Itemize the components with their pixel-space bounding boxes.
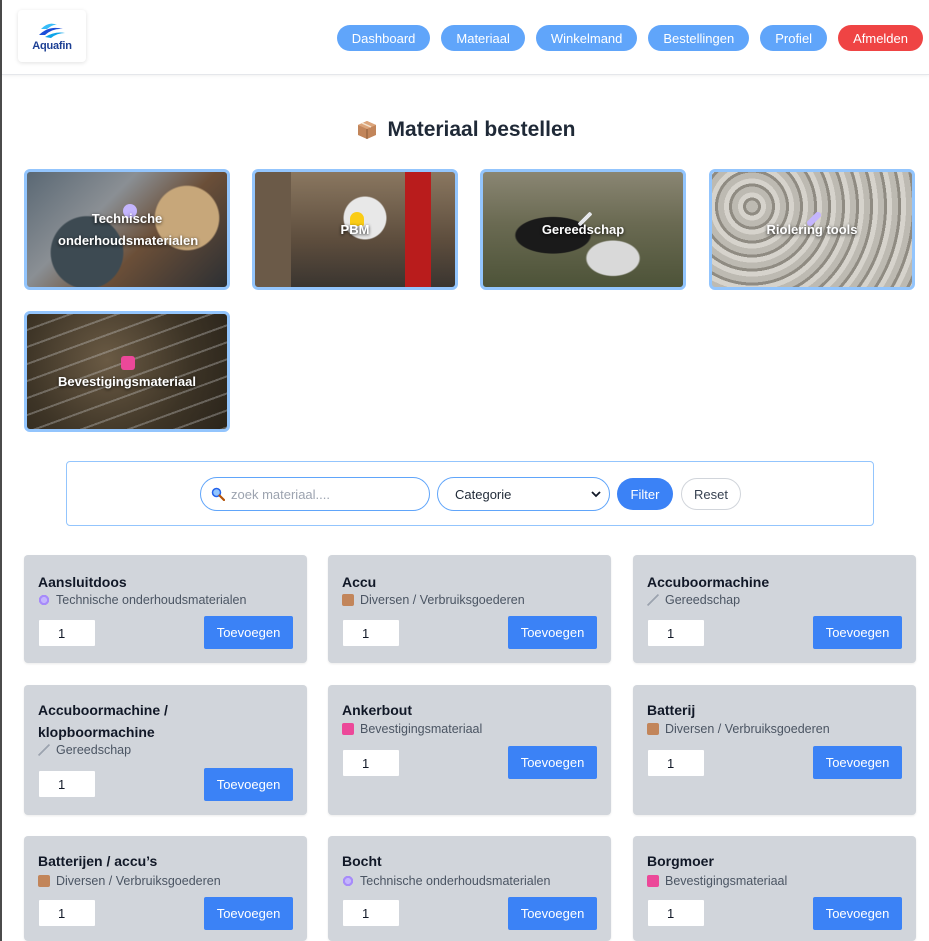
quantity-input[interactable]: 1 <box>342 619 400 647</box>
product-card: Aansluitdoos Technische onderhoudsmateri… <box>24 555 307 663</box>
product-category: Technische onderhoudsmaterialen <box>342 874 550 888</box>
product-category-label: Bevestigingsmateriaal <box>360 722 483 736</box>
category-label: Riolering tools <box>766 221 858 237</box>
toolbox-icon <box>647 875 659 887</box>
product-name: Ankerbout <box>342 702 412 718</box>
reset-button[interactable]: Reset <box>681 478 741 510</box>
product-category: Bevestigingsmateriaal <box>647 874 787 888</box>
category-label: Technische onderhoudsmaterialen <box>58 210 199 248</box>
category-tile-riolering[interactable]: Riolering tools <box>709 169 915 290</box>
product-category: Diversen / Verbruiksgoederen <box>342 593 525 607</box>
category-tile-gereedschap[interactable]: Gereedschap <box>480 169 686 290</box>
nav-winkelmand[interactable]: Winkelmand <box>535 25 638 51</box>
product-card: Bocht Technische onderhoudsmaterialen 1 … <box>328 836 611 941</box>
nav-materiaal[interactable]: Materiaal <box>441 25 525 51</box>
category-label: PBM <box>340 221 370 237</box>
toolbox-icon <box>342 723 354 735</box>
add-to-cart-button[interactable]: Toevoegen <box>508 616 597 649</box>
page-title: Materiaal bestellen <box>2 118 929 142</box>
product-category: Gereedschap <box>647 593 740 607</box>
add-to-cart-button[interactable]: Toevoegen <box>813 746 902 779</box>
category-tile-pbm[interactable]: PBM <box>252 169 458 290</box>
add-to-cart-button[interactable]: Toevoegen <box>204 616 293 649</box>
add-to-cart-button[interactable]: Toevoegen <box>508 746 597 779</box>
package-icon <box>342 594 354 606</box>
category-label: Bevestigingsmateriaal <box>57 373 196 389</box>
add-to-cart-button[interactable]: Toevoegen <box>508 897 597 930</box>
tool-icon <box>647 594 659 606</box>
quantity-input[interactable]: 1 <box>342 899 400 927</box>
product-category: Technische onderhoudsmaterialen <box>38 593 246 607</box>
quantity-input[interactable]: 1 <box>647 619 705 647</box>
logout-button[interactable]: Afmelden <box>838 25 923 51</box>
product-category-label: Gereedschap <box>56 743 132 757</box>
product-category: Gereedschap <box>38 743 131 757</box>
package-icon <box>647 723 659 735</box>
product-name: Borgmoer <box>647 853 714 869</box>
category-select[interactable]: Categorie <box>437 477 610 511</box>
add-to-cart-button[interactable]: Toevoegen <box>813 616 902 649</box>
product-card: Ankerbout Bevestigingsmateriaal 1 Toevoe… <box>328 685 611 815</box>
search-icon <box>211 487 225 501</box>
product-name: Accu <box>342 574 377 590</box>
search-input[interactable] <box>231 486 411 502</box>
product-category: Diversen / Verbruiksgoederen <box>647 722 830 736</box>
product-category-label: Diversen / Verbruiksgoederen <box>56 874 221 888</box>
main-nav: Dashboard Materiaal Winkelmand Bestellin… <box>336 25 923 51</box>
product-name: Accuboormachine <box>647 574 770 590</box>
gear-icon <box>342 875 354 887</box>
package-icon <box>357 121 376 139</box>
filter-bar: Categorie Filter Reset <box>66 461 874 526</box>
nav-profiel[interactable]: Profiel <box>760 25 828 51</box>
product-category-label: Technische onderhoudsmaterialen <box>360 874 551 888</box>
logo-waves-icon <box>39 23 65 38</box>
quantity-input[interactable]: 1 <box>647 899 705 927</box>
product-name: Aansluitdoos <box>38 574 127 590</box>
product-name: Accuboormachine / klopboormachine <box>38 702 168 740</box>
nav-dashboard[interactable]: Dashboard <box>336 25 431 51</box>
search-field[interactable] <box>200 477 430 511</box>
category-select-value: Categorie <box>455 486 512 502</box>
quantity-input[interactable]: 1 <box>342 749 400 777</box>
nav-bestellingen[interactable]: Bestellingen <box>648 25 750 51</box>
chevron-down-icon <box>591 491 601 498</box>
product-category-label: Bevestigingsmateriaal <box>665 874 788 888</box>
toolbox-icon <box>121 356 135 370</box>
aquafin-logo[interactable]: Aquafin <box>18 10 86 62</box>
product-category: Diversen / Verbruiksgoederen <box>38 874 221 888</box>
gear-icon <box>38 594 50 606</box>
product-category-label: Technische onderhoudsmaterialen <box>56 593 247 607</box>
top-navbar: Aquafin Dashboard Materiaal Winkelmand B… <box>2 0 929 75</box>
product-card: Batterij Diversen / Verbruiksgoederen 1 … <box>633 685 916 815</box>
product-name: Batterijen / accu’s <box>38 853 158 869</box>
product-category-label: Diversen / Verbruiksgoederen <box>360 593 525 607</box>
product-category-label: Gereedschap <box>665 593 741 607</box>
product-category-label: Diversen / Verbruiksgoederen <box>665 722 830 736</box>
product-card: Accu Diversen / Verbruiksgoederen 1 Toev… <box>328 555 611 663</box>
product-card: Accuboormachine / klopboormachine Gereed… <box>24 685 307 815</box>
category-tile-technische[interactable]: Technische onderhoudsmaterialen <box>24 169 230 290</box>
product-name: Bocht <box>342 853 382 869</box>
package-icon <box>38 875 50 887</box>
filter-button[interactable]: Filter <box>617 478 673 510</box>
quantity-input[interactable]: 1 <box>38 770 96 798</box>
product-card: Batterijen / accu’s Diversen / Verbruiks… <box>24 836 307 941</box>
product-category: Bevestigingsmateriaal <box>342 722 482 736</box>
category-tile-bevestiging[interactable]: Bevestigingsmateriaal <box>24 311 230 432</box>
category-label: Gereedschap <box>541 221 625 237</box>
quantity-input[interactable]: 1 <box>38 899 96 927</box>
product-name: Batterij <box>647 702 696 718</box>
add-to-cart-button[interactable]: Toevoegen <box>813 897 902 930</box>
add-to-cart-button[interactable]: Toevoegen <box>204 897 293 930</box>
tool-icon <box>38 744 50 756</box>
page-title-text: Materiaal bestellen <box>387 118 576 141</box>
quantity-input[interactable]: 1 <box>38 619 96 647</box>
product-card: Borgmoer Bevestigingsmateriaal 1 Toevoeg… <box>633 836 916 941</box>
product-card: Accuboormachine Gereedschap 1 Toevoegen <box>633 555 916 663</box>
logo-text: Aquafin <box>32 39 72 52</box>
add-to-cart-button[interactable]: Toevoegen <box>204 768 293 801</box>
quantity-input[interactable]: 1 <box>647 749 705 777</box>
